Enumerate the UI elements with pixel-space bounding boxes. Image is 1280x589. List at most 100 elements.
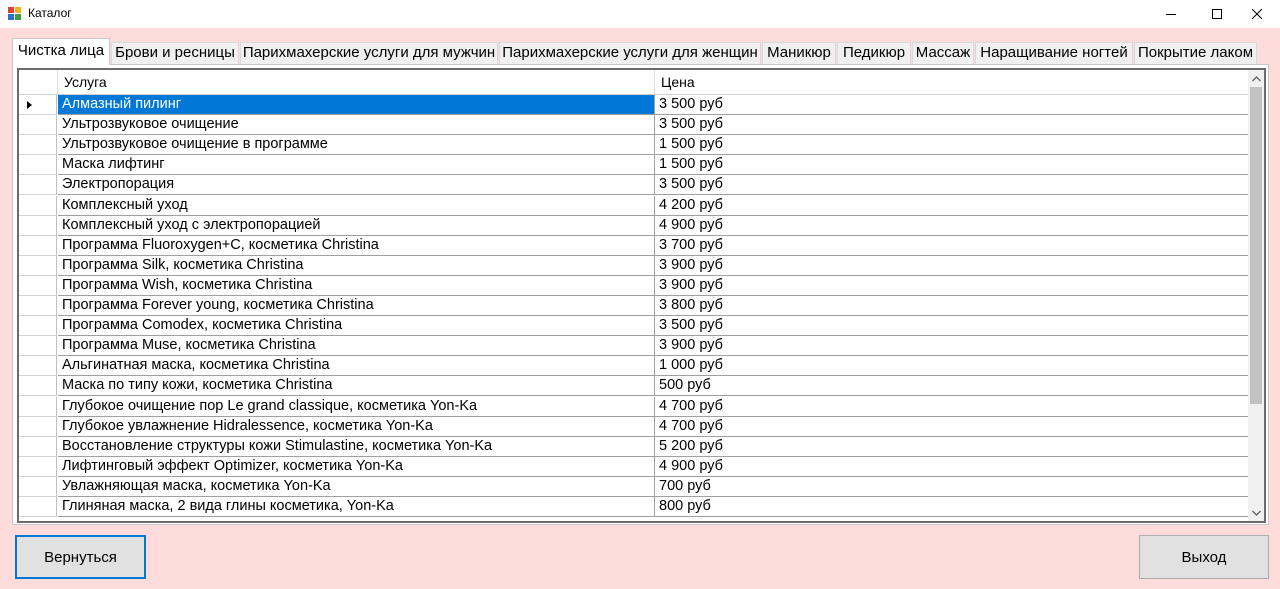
row-header[interactable] xyxy=(19,135,57,156)
table-row[interactable]: Программа Wish, косметика Christina 3 900… xyxy=(19,275,1252,296)
tab-men-hair[interactable]: Парихмахерские услуги для мужчин xyxy=(240,42,498,64)
table-row[interactable]: Комплексный уход 4 200 руб xyxy=(19,195,1252,216)
cell-price[interactable]: 1 500 руб xyxy=(655,155,1252,176)
tab-brows-lashes[interactable]: Брови и ресницы xyxy=(111,42,239,64)
table-row[interactable]: Электропорация 3 500 руб xyxy=(19,175,1252,196)
table-row[interactable]: Лифтинговый эффект Optimizer, косметика … xyxy=(19,456,1252,477)
cell-service[interactable]: Глубокое очищение пор Le grand classique… xyxy=(58,396,655,417)
cell-service[interactable]: Комплексный уход xyxy=(58,195,655,216)
cell-price[interactable]: 3 900 руб xyxy=(655,275,1252,296)
cell-service[interactable]: Альгинатная маска, косметика Christina xyxy=(58,356,655,377)
cell-price[interactable]: 3 500 руб xyxy=(655,175,1252,196)
tab-manicure[interactable]: Маникюр xyxy=(762,42,836,64)
row-header[interactable] xyxy=(19,255,57,276)
column-header-price[interactable]: Цена xyxy=(655,70,1252,95)
cell-service[interactable]: Лифтинговый эффект Optimizer, косметика … xyxy=(58,456,655,477)
cell-service[interactable]: Программа Silk, косметика Christina xyxy=(58,255,655,276)
cell-price[interactable]: 3 900 руб xyxy=(655,255,1252,276)
row-header[interactable] xyxy=(19,476,57,497)
cell-service[interactable]: Программа Fluoroxygen+C, косметика Chris… xyxy=(58,235,655,256)
table-row[interactable]: Комплексный уход с электропорацией 4 900 … xyxy=(19,215,1252,236)
cell-service[interactable]: Маска лифтинг xyxy=(58,155,655,176)
row-header[interactable] xyxy=(19,95,57,115)
table-row[interactable]: Глиняная маска, 2 вида глины косметика, … xyxy=(19,497,1252,517)
table-row[interactable]: Глубокое увлажнение Hidralessence, косме… xyxy=(19,416,1252,437)
cell-price[interactable]: 4 900 руб xyxy=(655,456,1252,477)
row-header[interactable] xyxy=(19,175,57,196)
back-button[interactable]: Вернуться xyxy=(15,535,146,579)
table-row[interactable]: Маска по типу кожи, косметика Christina 5… xyxy=(19,376,1252,397)
cell-price[interactable]: 3 500 руб xyxy=(655,115,1252,136)
cell-service[interactable]: Ультрозвуковое очищение в программе xyxy=(58,135,655,156)
row-header[interactable] xyxy=(19,296,57,316)
table-row[interactable]: Ультрозвуковое очищение в программе 1 500… xyxy=(19,135,1252,156)
cell-price[interactable]: 700 руб xyxy=(655,476,1252,497)
table-row[interactable]: Увлажняющая маска, косметика Yon-Ka 700 р… xyxy=(19,476,1252,497)
cell-price[interactable]: 1 500 руб xyxy=(655,135,1252,156)
row-header[interactable] xyxy=(19,497,57,517)
cell-price[interactable]: 4 700 руб xyxy=(655,396,1252,417)
row-header[interactable] xyxy=(19,215,57,236)
tab-nail-polish[interactable]: Покрытие лаком xyxy=(1134,42,1257,64)
scroll-down-button[interactable] xyxy=(1248,504,1264,521)
column-header-service[interactable]: Услуга xyxy=(58,70,655,95)
table-row[interactable]: Программа Forever young, косметика Chris… xyxy=(19,296,1252,316)
row-header[interactable] xyxy=(19,195,57,216)
table-row[interactable]: Альгинатная маска, косметика Christina 1 … xyxy=(19,356,1252,377)
tab-massage[interactable]: Массаж xyxy=(912,42,974,64)
table-row[interactable]: Алмазный пилинг 3 500 руб xyxy=(19,95,1252,115)
cell-price[interactable]: 800 руб xyxy=(655,497,1252,517)
table-row[interactable]: Программа Silk, косметика Christina 3 900… xyxy=(19,255,1252,276)
cell-price[interactable]: 4 200 руб xyxy=(655,195,1252,216)
row-header[interactable] xyxy=(19,275,57,296)
tab-face-cleaning[interactable]: Чистка лица xyxy=(12,38,110,65)
cell-price[interactable]: 3 500 руб xyxy=(655,316,1252,337)
cell-service[interactable]: Глубокое увлажнение Hidralessence, косме… xyxy=(58,416,655,437)
scroll-thumb[interactable] xyxy=(1250,87,1262,404)
table-row[interactable]: Программа Fluoroxygen+C, косметика Chris… xyxy=(19,235,1252,256)
cell-service[interactable]: Глиняная маска, 2 вида глины косметика, … xyxy=(58,497,655,517)
cell-service[interactable]: Увлажняющая маска, косметика Yon-Ka xyxy=(58,476,655,497)
row-header[interactable] xyxy=(19,316,57,337)
cell-price[interactable]: 3 900 руб xyxy=(655,336,1252,357)
cell-service[interactable]: Комплексный уход с электропорацией xyxy=(58,215,655,236)
row-header[interactable] xyxy=(19,396,57,417)
cell-service[interactable]: Программа Forever young, косметика Chris… xyxy=(58,296,655,316)
cell-service[interactable]: Программа Wish, косметика Christina xyxy=(58,275,655,296)
table-row[interactable]: Программа Comodex, косметика Christina 3 … xyxy=(19,316,1252,337)
close-button[interactable] xyxy=(1234,0,1280,28)
row-header[interactable] xyxy=(19,356,57,377)
table-row[interactable]: Глубокое очищение пор Le grand classique… xyxy=(19,396,1252,417)
scroll-up-button[interactable] xyxy=(1248,70,1264,87)
cell-price[interactable]: 4 700 руб xyxy=(655,416,1252,437)
row-header[interactable] xyxy=(19,115,57,136)
cell-service[interactable]: Электропорация xyxy=(58,175,655,196)
table-row[interactable]: Ультрозвуковое очищение 3 500 руб xyxy=(19,115,1252,136)
cell-price[interactable]: 5 200 руб xyxy=(655,436,1252,457)
cell-price[interactable]: 1 000 руб xyxy=(655,356,1252,377)
cell-price[interactable]: 3 500 руб xyxy=(655,95,1252,115)
tab-nail-extension[interactable]: Наращивание ногтей xyxy=(975,42,1133,64)
exit-button[interactable]: Выход xyxy=(1139,535,1269,579)
table-row[interactable]: Маска лифтинг 1 500 руб xyxy=(19,155,1252,176)
cell-service[interactable]: Маска по типу кожи, косметика Christina xyxy=(58,376,655,397)
minimize-button[interactable] xyxy=(1148,0,1194,28)
cell-price[interactable]: 3 700 руб xyxy=(655,235,1252,256)
vertical-scrollbar[interactable] xyxy=(1248,70,1264,521)
cell-service[interactable]: Программа Comodex, косметика Christina xyxy=(58,316,655,337)
row-header[interactable] xyxy=(19,336,57,357)
cell-price[interactable]: 3 800 руб xyxy=(655,296,1252,316)
tab-pedicure[interactable]: Педикюр xyxy=(837,42,911,64)
row-header[interactable] xyxy=(19,416,57,437)
table-row[interactable]: Программа Muse, косметика Christina 3 900… xyxy=(19,336,1252,357)
row-header[interactable] xyxy=(19,235,57,256)
row-header[interactable] xyxy=(19,436,57,457)
cell-service[interactable]: Программа Muse, косметика Christina xyxy=(58,336,655,357)
row-header[interactable] xyxy=(19,155,57,176)
cell-price[interactable]: 4 900 руб xyxy=(655,215,1252,236)
row-header[interactable] xyxy=(19,376,57,397)
cell-service[interactable]: Ультрозвуковое очищение xyxy=(58,115,655,136)
table-row[interactable]: Восстановление структуры кожи Stimulasti… xyxy=(19,436,1252,457)
cell-price[interactable]: 500 руб xyxy=(655,376,1252,397)
services-grid[interactable]: Услуга Цена Алмазный пилинг 3 500 руб Ульт… xyxy=(17,68,1266,523)
